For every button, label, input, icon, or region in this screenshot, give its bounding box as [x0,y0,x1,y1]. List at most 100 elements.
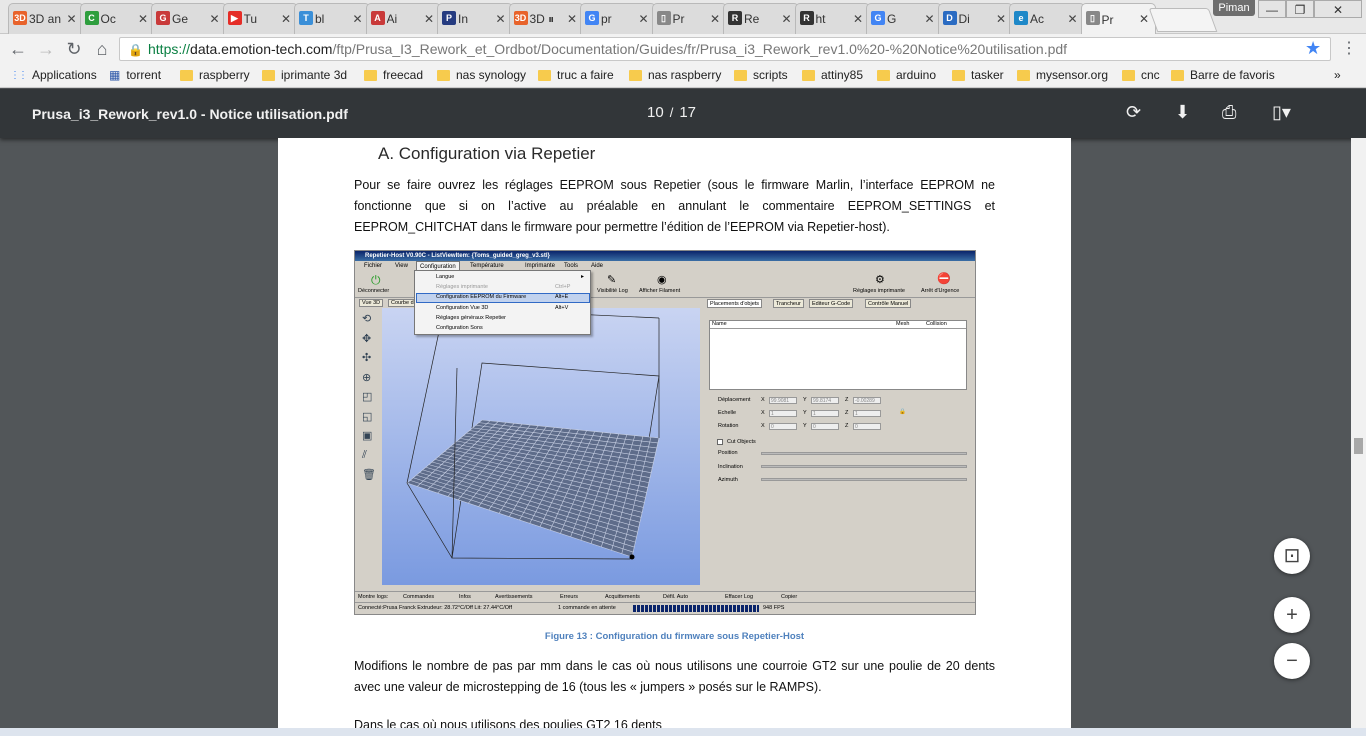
right-panel-tab[interactable]: Trancheur [773,299,804,308]
rotate-icon[interactable]: ⟳ [1126,102,1141,123]
tab-close-icon[interactable]: ✕ [638,12,648,26]
current-page-input[interactable]: 10 [647,104,664,121]
address-bar[interactable]: 🔒 https://data.emotion-tech.com/ftp/Prus… [119,37,1331,61]
bookmark-item[interactable]: Barre de favoris [1171,68,1275,82]
minimize-button[interactable]: — [1258,0,1286,18]
browser-tab[interactable]: G G ✕ [866,3,942,34]
browser-tab[interactable]: Tbl ✕ [294,3,370,34]
view-tab[interactable]: Vue 3D [359,299,384,307]
right-panel-tab[interactable]: Contrôle Manuel [865,299,912,308]
view-front-icon[interactable]: ◰ [362,390,372,403]
bookmarks-overflow-button[interactable]: » [1334,68,1341,82]
restore-button[interactable]: ❐ [1286,0,1314,18]
config-menu-item[interactable]: Configuration Vue 3D [436,305,488,311]
bookmark-item[interactable]: freecad [364,68,423,82]
browser-tab[interactable]: R Re ✕ [723,3,799,34]
tab-close-icon[interactable]: ✕ [567,12,577,26]
scroll-thumb[interactable] [1354,438,1363,454]
browser-tab[interactable]: C Oc ✕ [79,3,155,34]
bookmark-item[interactable]: attiny85 [802,68,863,82]
log-toggle[interactable]: Acquittements [605,594,640,600]
bookmark-item[interactable]: nas raspberry [629,68,721,82]
zoom-in-button[interactable]: + [1274,597,1310,633]
tab-close-icon[interactable]: ✕ [1067,12,1077,26]
tab-close-icon[interactable]: ✕ [996,12,1006,26]
repetier-toolbar-label[interactable]: Arrêt d'Urgence [921,288,959,294]
transform-value-input[interactable]: 99.9081 [769,397,797,404]
tab-close-icon[interactable]: ✕ [924,12,934,26]
repetier-menu-item[interactable]: Aide [591,261,603,271]
browser-menu-icon[interactable]: ⋮ [1341,38,1357,58]
repetier-toolbar-label[interactable]: Déconnecter [358,288,389,294]
delete-icon[interactable]: 🗑 [362,468,376,481]
zoom-out-button[interactable]: − [1274,643,1310,679]
transform-value-input[interactable]: 0 [853,423,881,430]
repetier-toolbar-label[interactable]: Visibilité Log [597,288,628,294]
lock-scale-icon[interactable]: 🔒 [899,409,906,415]
repetier-toolbar-label[interactable]: Réglages imprimante [853,288,905,294]
browser-tab[interactable]: 3D 3D an ✕ [8,3,84,34]
transform-value-input[interactable]: 99.8174 [811,397,839,404]
log-toggle[interactable]: Infos [459,594,471,600]
transform-value-input[interactable]: 0 [811,423,839,430]
transform-value-input[interactable]: 1 [853,410,881,417]
cut-slider[interactable] [761,478,967,481]
browser-tab[interactable]: ▯ Pr ✕ [651,3,727,34]
cut-slider[interactable] [761,465,967,468]
tab-close-icon[interactable]: ✕ [853,12,863,26]
browser-tab[interactable]: ▶ Tu ✕ [222,3,298,34]
object-list[interactable]: Name Mesh Collision [709,320,967,390]
bookmark-item[interactable]: nas synology [437,68,526,82]
tab-close-icon[interactable]: ✕ [710,12,720,26]
repetier-menu-item[interactable]: Fichier [364,261,382,271]
repetier-toolbar-label[interactable]: Afficher Filament [639,288,680,294]
config-menu-item[interactable]: Réglages généraux Repetier [436,315,506,321]
bookmark-star-icon[interactable]: ★ [1305,38,1321,59]
fit-page-button[interactable]: ⊡ [1274,538,1310,574]
view-side-icon[interactable]: ◱ [362,410,372,423]
right-panel-tab[interactable]: Editeur G-Code [809,299,854,308]
bookmark-item[interactable]: mysensor.org [1017,68,1108,82]
tab-close-icon[interactable]: ✕ [209,12,219,26]
tab-close-icon[interactable]: ✕ [66,12,76,26]
bookmark-item[interactable]: scripts [734,68,788,82]
bookmark-item[interactable]: truc a faire [538,68,614,82]
config-menu-item[interactable]: Réglages imprimante [436,284,488,290]
move-icon[interactable]: ✥ [362,332,371,345]
browser-tab[interactable]: A Ai ✕ [365,3,441,34]
log-toggle[interactable]: Effacer Log [725,594,753,600]
new-tab-button[interactable] [1148,8,1218,32]
tab-close-icon[interactable]: ✕ [281,12,291,26]
bookmark-menu-icon[interactable]: ▯▾ [1272,102,1291,123]
bookmark-item[interactable]: tasker [952,68,1004,82]
log-toggle[interactable]: Défil. Auto [663,594,688,600]
bookmark-item[interactable]: ⋮⋮ Applications [10,68,97,82]
view-tab[interactable]: Courbe d [388,299,417,307]
log-toggle[interactable]: Avertissements [495,594,533,600]
bookmark-item[interactable]: raspberry [180,68,250,82]
browser-tab[interactable]: Gpr ✕ [580,3,656,34]
browser-tab[interactable]: e Ac ✕ [1009,3,1085,34]
transform-value-input[interactable]: 0 [769,423,797,430]
reload-icon[interactable]: ↻ [63,38,85,60]
browser-tab[interactable]: 3D 3D ⏸ ✕ [508,3,584,34]
cut-objects-checkbox[interactable] [717,439,723,445]
download-icon[interactable]: ⬇ [1175,102,1190,123]
tab-close-icon[interactable]: ✕ [352,12,362,26]
bookmark-item[interactable]: iprimante 3d [262,68,347,82]
transform-value-input[interactable]: 1 [769,410,797,417]
transform-value-input[interactable]: -0.00289 [853,397,881,404]
cut-slider[interactable] [761,452,967,455]
forward-arrow-icon[interactable]: → [35,38,57,60]
home-icon[interactable]: ⌂ [91,38,113,60]
tab-close-icon[interactable]: ✕ [138,12,148,26]
tab-close-icon[interactable]: ✕ [781,12,791,26]
back-arrow-icon[interactable]: ← [7,38,29,60]
bookmark-item[interactable]: arduino [877,68,936,82]
close-window-button[interactable]: ✕ [1314,0,1362,18]
config-menu-item[interactable]: Configuration EEPROM du Firmware [436,294,526,300]
tab-close-icon[interactable]: ✕ [424,12,434,26]
log-toggle[interactable]: Erreurs [560,594,578,600]
right-panel-tab[interactable]: Placements d'objets [707,299,763,308]
tab-close-icon[interactable]: ✕ [495,12,505,26]
